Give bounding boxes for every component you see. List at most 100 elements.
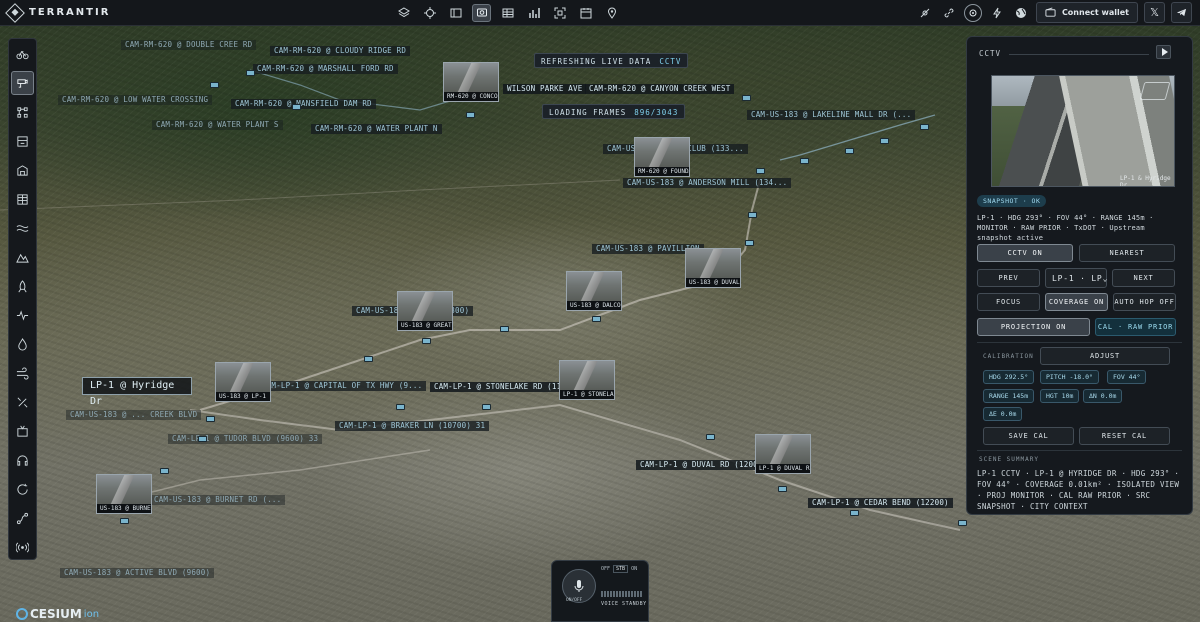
scan-icon[interactable] (550, 4, 569, 22)
fire-icon[interactable] (11, 332, 34, 356)
camera-thumbnail[interactable]: LP-1 @ DUVAL RD (755, 434, 811, 474)
nearest-button[interactable]: NEAREST (1079, 244, 1175, 262)
cctv-on-button[interactable]: CCTV ON (977, 244, 1073, 262)
camera-pin-icon[interactable] (364, 356, 373, 362)
crosshair-icon[interactable] (420, 4, 439, 22)
camera-label[interactable]: CAM-LP-1 @ CAPITAL OF TX HWY (9... (258, 381, 427, 391)
route-icon[interactable] (11, 506, 34, 530)
camera-pin-icon[interactable] (206, 416, 215, 422)
bike-icon[interactable] (11, 42, 34, 66)
voice-mode-toggle[interactable]: OFF STB ON (601, 565, 637, 573)
broadcast-icon[interactable] (11, 535, 34, 559)
camera-label[interactable]: CAM-US-183 @ LAKELINE MALL DR (... (747, 110, 916, 120)
globe-icon[interactable] (1012, 4, 1030, 22)
waves-icon[interactable] (11, 216, 34, 240)
camera-pin-icon[interactable] (742, 95, 751, 101)
calib-pitch[interactable]: PITCH -18.0° (1040, 370, 1099, 384)
camera-pin-icon[interactable] (160, 468, 169, 474)
camera-pin-icon[interactable] (422, 338, 431, 344)
voice-stb-option[interactable]: STB (613, 565, 629, 573)
layers-icon[interactable] (394, 4, 413, 22)
voice-on-option[interactable]: ON (631, 566, 637, 572)
camera-pin-icon[interactable] (800, 158, 809, 164)
wind-icon[interactable] (11, 361, 34, 385)
camera-pin-icon[interactable] (920, 124, 929, 130)
app-logo[interactable]: TERRANTIR (0, 2, 200, 23)
camera-pin-icon[interactable] (592, 316, 601, 322)
calib-de[interactable]: ΔE 0.0m (983, 407, 1023, 421)
save-cal-button[interactable]: SAVE CAL (983, 427, 1074, 445)
pulse-icon[interactable] (11, 303, 34, 327)
adjust-button[interactable]: ADJUST (1040, 347, 1170, 365)
telegram-button[interactable] (1171, 2, 1192, 23)
camera-label[interactable]: CAM-RM-620 @ WATER PLANT S (152, 120, 283, 130)
camera-pin-icon[interactable] (120, 518, 129, 524)
camera-pin-icon[interactable] (756, 168, 765, 174)
camera-thumbnail[interactable]: US-183 @ GREAT (397, 291, 453, 331)
network-icon[interactable] (11, 100, 34, 124)
camera-label[interactable]: WILSON PARKE AVE (503, 84, 587, 94)
cesium-attribution[interactable]: CESIUM ion (16, 607, 99, 621)
camera-label[interactable]: CAM-US-183 @ ... CREEK BLVD (66, 410, 202, 420)
camera-pin-icon[interactable] (482, 404, 491, 410)
camera-thumbnail[interactable]: RM-620 @ CONCOR (443, 62, 499, 102)
panel-icon[interactable] (446, 4, 465, 22)
connect-wallet-button[interactable]: Connect wallet (1035, 2, 1138, 23)
auto-hop-button[interactable]: AUTO HOP OFF (1113, 293, 1176, 311)
camera-pin-icon[interactable] (500, 326, 509, 332)
camera-pin-icon[interactable] (958, 520, 967, 526)
calib-dn[interactable]: ΔN 0.0m (1083, 389, 1123, 403)
terrain-icon[interactable] (11, 245, 34, 269)
camera-label[interactable]: CAM-RM-620 @ CANYON CREEK WEST (585, 84, 735, 94)
cctv-feed-image[interactable]: LP-1 & Hyridge Dr (991, 75, 1175, 187)
satellite-off-icon[interactable] (916, 4, 934, 22)
link-icon[interactable] (940, 4, 958, 22)
calib-hdg[interactable]: HDG 292.5° (983, 370, 1035, 384)
camera-thumbnail[interactable]: US-183 @ LP-1 N (215, 362, 271, 402)
camera-pin-icon[interactable] (845, 148, 854, 154)
pin-icon[interactable] (602, 4, 621, 22)
camera-select-dropdown[interactable]: LP-1 · LP ⌄ (1045, 268, 1107, 288)
cctv-icon[interactable] (472, 4, 491, 22)
camera-label[interactable]: CAM-US-183 @ ANDERSON MILL (134... (623, 178, 792, 188)
camera-label[interactable]: CAM-RM-620 @ WATER PLANT N (311, 124, 442, 134)
camera-pin-icon[interactable] (466, 112, 475, 118)
calib-hgt[interactable]: HGT 10m (1040, 389, 1080, 403)
focused-camera-label[interactable]: LP-1 @ Hyridge Dr (82, 377, 192, 407)
x-social-button[interactable]: 𝕏 (1144, 2, 1165, 23)
refresh-icon[interactable] (11, 477, 34, 501)
storage-icon[interactable] (11, 129, 34, 153)
camera-pin-icon[interactable] (850, 510, 859, 516)
camera-label[interactable]: CAM-US-183 @ ACTIVE BLVD (9600) (60, 568, 215, 578)
camera-label[interactable]: CAM-RM-620 @ CLOUDY RIDGE RD (270, 46, 411, 56)
table-icon[interactable] (11, 187, 34, 211)
calib-range[interactable]: RANGE 145m (983, 389, 1035, 403)
calendar-icon[interactable] (576, 4, 595, 22)
next-button[interactable]: NEXT (1112, 269, 1175, 287)
calib-fov[interactable]: FOV 44° (1107, 370, 1147, 384)
camera-thumbnail[interactable]: LP-1 @ STONELAK (559, 360, 615, 400)
cctv-layer-icon[interactable] (11, 71, 34, 95)
grid-icon[interactable] (498, 4, 517, 22)
reset-cal-button[interactable]: RESET CAL (1079, 427, 1170, 445)
camera-label[interactable]: CAM-RM-620 @ MARSHALL FORD RD (253, 64, 398, 74)
cal-raw-prior-button[interactable]: CAL · RAW PRIOR (1095, 318, 1176, 336)
camera-label[interactable]: CAM-RM-620 @ MANSFIELD DAM RD (231, 99, 376, 109)
camera-pin-icon[interactable] (210, 82, 219, 88)
camera-pin-icon[interactable] (880, 138, 889, 144)
satellite-icon[interactable] (11, 390, 34, 414)
lightning-icon[interactable] (988, 4, 1006, 22)
play-button[interactable] (1156, 45, 1171, 59)
bar-chart-icon[interactable] (524, 4, 543, 22)
building-icon[interactable] (11, 158, 34, 182)
camera-pin-icon[interactable] (246, 70, 255, 76)
projection-on-button[interactable]: PROJECTION ON (977, 318, 1090, 336)
voice-off-option[interactable]: OFF (601, 566, 610, 572)
focus-button[interactable]: FOCUS (977, 293, 1040, 311)
tv-icon[interactable] (11, 419, 34, 443)
camera-label[interactable]: CAM-LP-1 @ TUDOR BLVD (9600) 33 (168, 434, 323, 444)
camera-label[interactable]: CAM-LP-1 @ DUVAL RD (12000) (636, 460, 772, 470)
camera-thumbnail[interactable]: US-183 @ DALCON (566, 271, 622, 311)
camera-pin-icon[interactable] (706, 434, 715, 440)
camera-thumbnail[interactable]: US-183 @ BURNET (96, 474, 152, 514)
